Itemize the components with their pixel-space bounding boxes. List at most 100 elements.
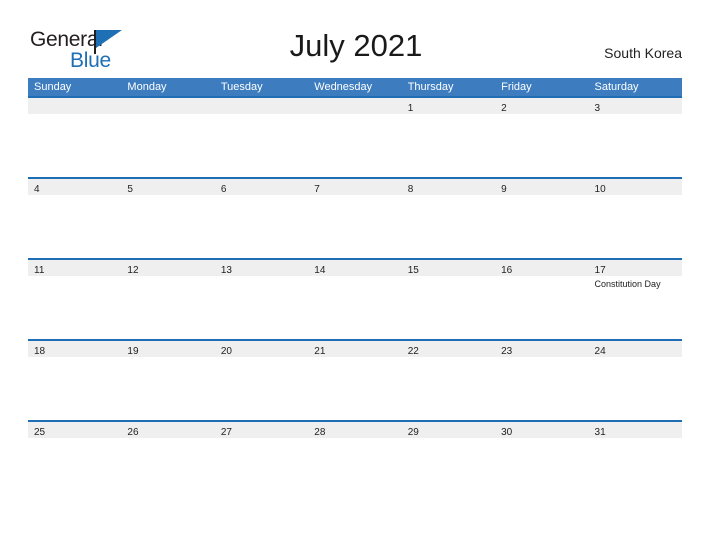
- day-events: [121, 438, 214, 440]
- calendar-day-cell[interactable]: 16: [495, 260, 589, 339]
- calendar-day-cell[interactable]: 18: [28, 341, 122, 420]
- day-number: 28: [314, 427, 326, 438]
- day-events: [402, 357, 495, 359]
- day-events: [402, 438, 495, 440]
- calendar-week-row: 11 12 13 14 15 16 17 Constitution Day: [28, 258, 682, 339]
- calendar-day-cell[interactable]: 21: [308, 341, 402, 420]
- day-number: 1: [407, 103, 414, 114]
- day-of-week-friday: Friday: [501, 81, 532, 93]
- calendar-day-cell[interactable]: 27: [214, 422, 309, 501]
- calendar-day-cell[interactable]: 14: [308, 260, 402, 339]
- day-number: 24: [594, 346, 606, 357]
- calendar-day-cell[interactable]: 29: [401, 422, 496, 501]
- calendar-weeks: 1 2 3 4 5 6 7 8 9 10 11 12 13 14 15 16 17 Constitution Da…: [28, 96, 682, 501]
- calendar-day-cell[interactable]: 22: [401, 341, 496, 420]
- day-events: [28, 114, 121, 116]
- day-events: [402, 195, 495, 197]
- calendar-day-cell[interactable]: 20: [214, 341, 309, 420]
- day-number-band: 29: [401, 422, 496, 438]
- day-number-band: 19: [121, 341, 215, 357]
- calendar-day-cell[interactable]: 30: [495, 422, 589, 501]
- day-number-band: 14: [308, 260, 402, 276]
- day-number: 5: [127, 184, 133, 195]
- day-number-band: 6: [214, 179, 309, 195]
- calendar-day-cell[interactable]: 31: [588, 422, 682, 501]
- day-events: [308, 276, 401, 278]
- calendar-week-row: 4 5 6 7 8 9 10: [28, 177, 682, 258]
- day-number: 31: [594, 427, 606, 438]
- day-number-band: [121, 98, 215, 114]
- calendar-day-cell[interactable]: 25: [28, 422, 122, 501]
- calendar-day-cell[interactable]: 4: [28, 179, 122, 258]
- day-events: [215, 114, 308, 116]
- day-number: 11: [34, 265, 45, 276]
- calendar-day-cell[interactable]: 3: [588, 98, 682, 177]
- day-number-band: 3: [588, 98, 682, 114]
- day-number: 7: [314, 184, 320, 195]
- day-events: [495, 195, 588, 197]
- day-number: 18: [34, 346, 46, 357]
- day-events: [28, 195, 121, 197]
- calendar-day-cell[interactable]: 17 Constitution Day: [588, 260, 682, 339]
- day-number: 27: [220, 427, 232, 438]
- day-number: 21: [314, 346, 326, 357]
- day-number-band: 30: [495, 422, 589, 438]
- calendar-day-cell[interactable]: 2: [495, 98, 589, 177]
- calendar-day-cell[interactable]: 5: [121, 179, 215, 258]
- day-events: [402, 276, 495, 278]
- day-number: 8: [407, 184, 414, 195]
- day-number-band: 2: [495, 98, 589, 114]
- day-number: 14: [314, 265, 326, 276]
- day-number: 12: [127, 265, 139, 276]
- day-number: 30: [501, 427, 513, 438]
- day-of-week-monday: Monday: [127, 81, 167, 93]
- calendar-day-cell[interactable]: 6: [214, 179, 309, 258]
- calendar-day-cell[interactable]: 24: [588, 341, 682, 420]
- day-number: 23: [501, 346, 513, 357]
- day-number-band: 5: [121, 179, 215, 195]
- calendar-day-cell[interactable]: 8: [401, 179, 496, 258]
- calendar-day-cell[interactable]: 10: [588, 179, 682, 258]
- day-of-week-saturday: Saturday: [594, 81, 639, 93]
- day-events: [589, 195, 682, 197]
- calendar-day-cell[interactable]: 12: [121, 260, 215, 339]
- day-events: [495, 276, 588, 278]
- calendar-day-cell[interactable]: 13: [214, 260, 309, 339]
- day-number: 26: [127, 427, 139, 438]
- calendar-day-cell[interactable]: 9: [495, 179, 589, 258]
- day-number-band: [308, 98, 402, 114]
- day-of-week-sunday: Sunday: [34, 81, 72, 93]
- calendar-day-cell[interactable]: 15: [401, 260, 496, 339]
- day-number: 9: [501, 184, 507, 195]
- day-number-band: 15: [401, 260, 496, 276]
- day-events: [308, 357, 401, 359]
- day-number: 15: [407, 265, 419, 276]
- calendar-day-cell[interactable]: 11: [28, 260, 122, 339]
- calendar-day-cell[interactable]: 7: [308, 179, 402, 258]
- day-number-band: 7: [308, 179, 402, 195]
- day-number-band: 4: [28, 179, 122, 195]
- day-events: [215, 195, 308, 197]
- day-number: 13: [220, 265, 232, 276]
- day-number: 22: [407, 346, 419, 357]
- day-of-week-tuesday: Tuesday: [220, 81, 263, 93]
- day-events: [215, 438, 308, 440]
- day-events: [495, 357, 588, 359]
- day-number-band: 18: [28, 341, 122, 357]
- calendar-day-cell[interactable]: 26: [121, 422, 215, 501]
- day-number-band: 13: [214, 260, 309, 276]
- calendar-day-cell[interactable]: 1: [401, 98, 496, 177]
- calendar-day-cell[interactable]: 23: [495, 341, 589, 420]
- day-events: [28, 357, 121, 359]
- day-number: 6: [220, 184, 227, 195]
- day-number-band: 16: [495, 260, 589, 276]
- holiday-label: Constitution Day: [594, 279, 661, 289]
- day-number-band: 21: [308, 341, 402, 357]
- day-number-band: 28: [308, 422, 402, 438]
- day-number-band: 10: [588, 179, 682, 195]
- day-events: [495, 114, 588, 116]
- calendar-day-cell[interactable]: 19: [121, 341, 215, 420]
- day-number: 29: [407, 427, 419, 438]
- calendar-day-cell[interactable]: 28: [308, 422, 402, 501]
- day-number-band: 9: [495, 179, 589, 195]
